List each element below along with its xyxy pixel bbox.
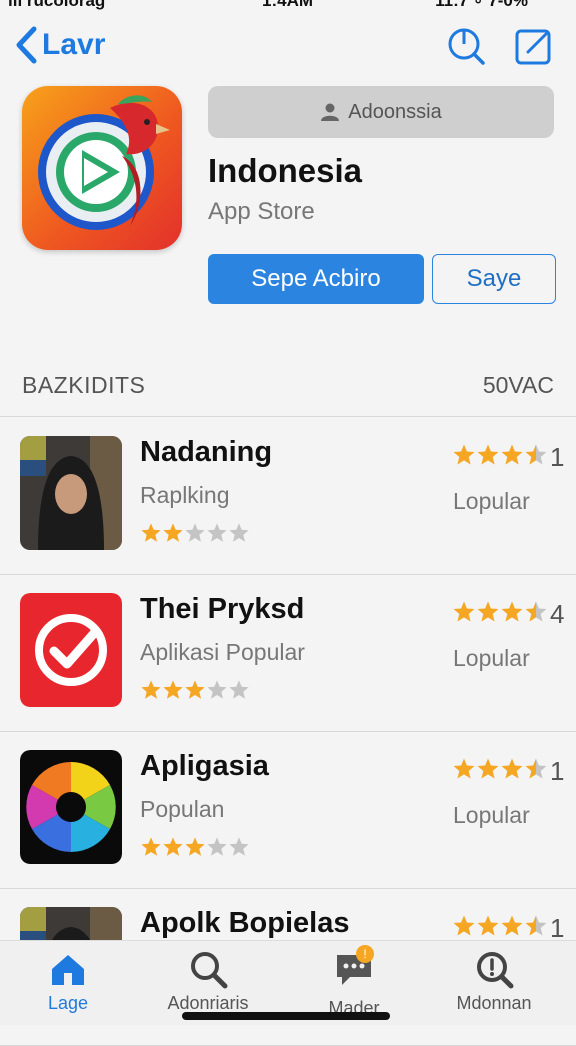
rating-count: 1 [550,442,565,472]
star-icon [500,914,524,938]
person-icon [320,102,340,122]
star-icon [452,757,476,781]
star-rating-icons [452,757,548,786]
star-icon [524,443,548,467]
item-subtitle: Aplikasi Popular [140,639,305,665]
thumbnail [20,593,122,707]
star-icon [500,443,524,467]
developer-label: Adoonssia [348,100,442,123]
star-rating-icons [452,914,548,943]
rating-count: 4 [550,599,565,629]
star-icon [476,443,500,467]
star-icon [228,522,250,544]
item-title: Nadaning [140,436,273,468]
status-bar: ııı rucolorag 1:4AM 11:7 ∘ 7-0% [0,0,576,16]
notification-badge: ! [356,945,374,963]
star-icon [500,600,524,624]
star-rating-icons [452,443,548,472]
list-item[interactable]: Thei Pryksd Aplikasi Popular 4 Lopular [0,575,576,732]
chevron-left-icon [16,26,37,64]
item-title: Thei Pryksd [140,593,305,625]
check-circle-icon [20,593,122,707]
small-rating [140,522,250,544]
star-icon [140,522,162,544]
star-icon [162,836,184,858]
back-button[interactable]: Lavr [14,26,105,64]
star-icon [452,914,476,938]
app-icon [22,86,182,250]
compose-icon [515,29,551,65]
developer-badge[interactable]: Adoonssia [208,86,554,138]
star-icon [524,914,548,938]
tab-label: Mdonnan [456,993,532,1013]
primary-action-button[interactable]: Sepe Acbiro [208,254,424,304]
star-icon [476,914,500,938]
tab-home[interactable]: Lage [8,949,128,1025]
list-item[interactable]: Nadaning Raplking 1 Lopular [0,418,576,575]
home-indicator [182,1012,390,1020]
rating: 4 [452,599,564,630]
battery-text: 11:7 ∘ 7-0% [435,0,528,10]
rating: 1 [452,756,564,787]
small-rating [140,836,250,858]
star-icon [162,679,184,701]
home-icon [52,955,84,985]
item-title: Apligasia [140,750,269,782]
portrait-image [20,436,122,550]
item-subtitle: Populan [140,796,225,822]
item-title: Apolk Bopielas [140,907,350,939]
item-subtitle: Raplking [140,482,230,508]
list-item[interactable]: Apligasia Populan 1 Lopular [0,732,576,889]
item-category: Lopular [453,488,530,514]
star-icon [184,522,206,544]
star-icon [206,836,228,858]
tab-updates[interactable]: Mdonnan [434,949,554,1025]
carrier-text: ııı rucolorag [8,0,106,10]
star-icon [500,757,524,781]
app-header: Adoonssia Indonesia App Store Sepe Acbir… [0,86,576,316]
item-category: Lopular [453,645,530,671]
search-button[interactable] [446,26,486,66]
star-icon [140,679,162,701]
chat-icon-wrap: ! [334,945,374,994]
thumbnail [20,750,122,864]
tab-label: Lage [47,993,89,1013]
tab-label: Adonriaris [167,993,249,1013]
app-subtitle: App Store [208,198,315,225]
search-icon [448,28,485,65]
section-title: BAZKIDITS [22,372,146,398]
star-icon [476,757,500,781]
bird-play-icon [38,95,170,230]
item-category: Lopular [453,802,530,828]
star-icon [228,836,250,858]
section-header: BAZKIDITS 50VAC [0,366,576,417]
star-icon [452,443,476,467]
search-alert-icon [477,952,514,989]
color-wheel-icon [20,750,122,864]
rating-count: 1 [550,756,565,786]
rating: 1 [452,442,564,473]
app-title: Indonesia [208,152,363,189]
star-icon [206,522,228,544]
save-button[interactable]: Saye [432,254,556,304]
thumbnail [20,436,122,550]
star-icon [476,600,500,624]
star-icon [524,757,548,781]
search-icon [191,952,228,989]
star-icon [184,836,206,858]
star-icon [228,679,250,701]
section-see-all[interactable]: 50VAC [483,372,554,399]
back-label: Lavr [42,28,106,61]
star-icon [140,836,162,858]
nav-bar: Lavr [0,18,576,74]
star-icon [524,600,548,624]
status-time: 1:4AM [262,0,314,10]
small-rating [140,679,250,701]
star-icon [184,679,206,701]
star-rating-icons [452,600,548,629]
star-icon [162,522,184,544]
star-icon [206,679,228,701]
compose-button[interactable] [514,26,554,66]
star-icon [452,600,476,624]
